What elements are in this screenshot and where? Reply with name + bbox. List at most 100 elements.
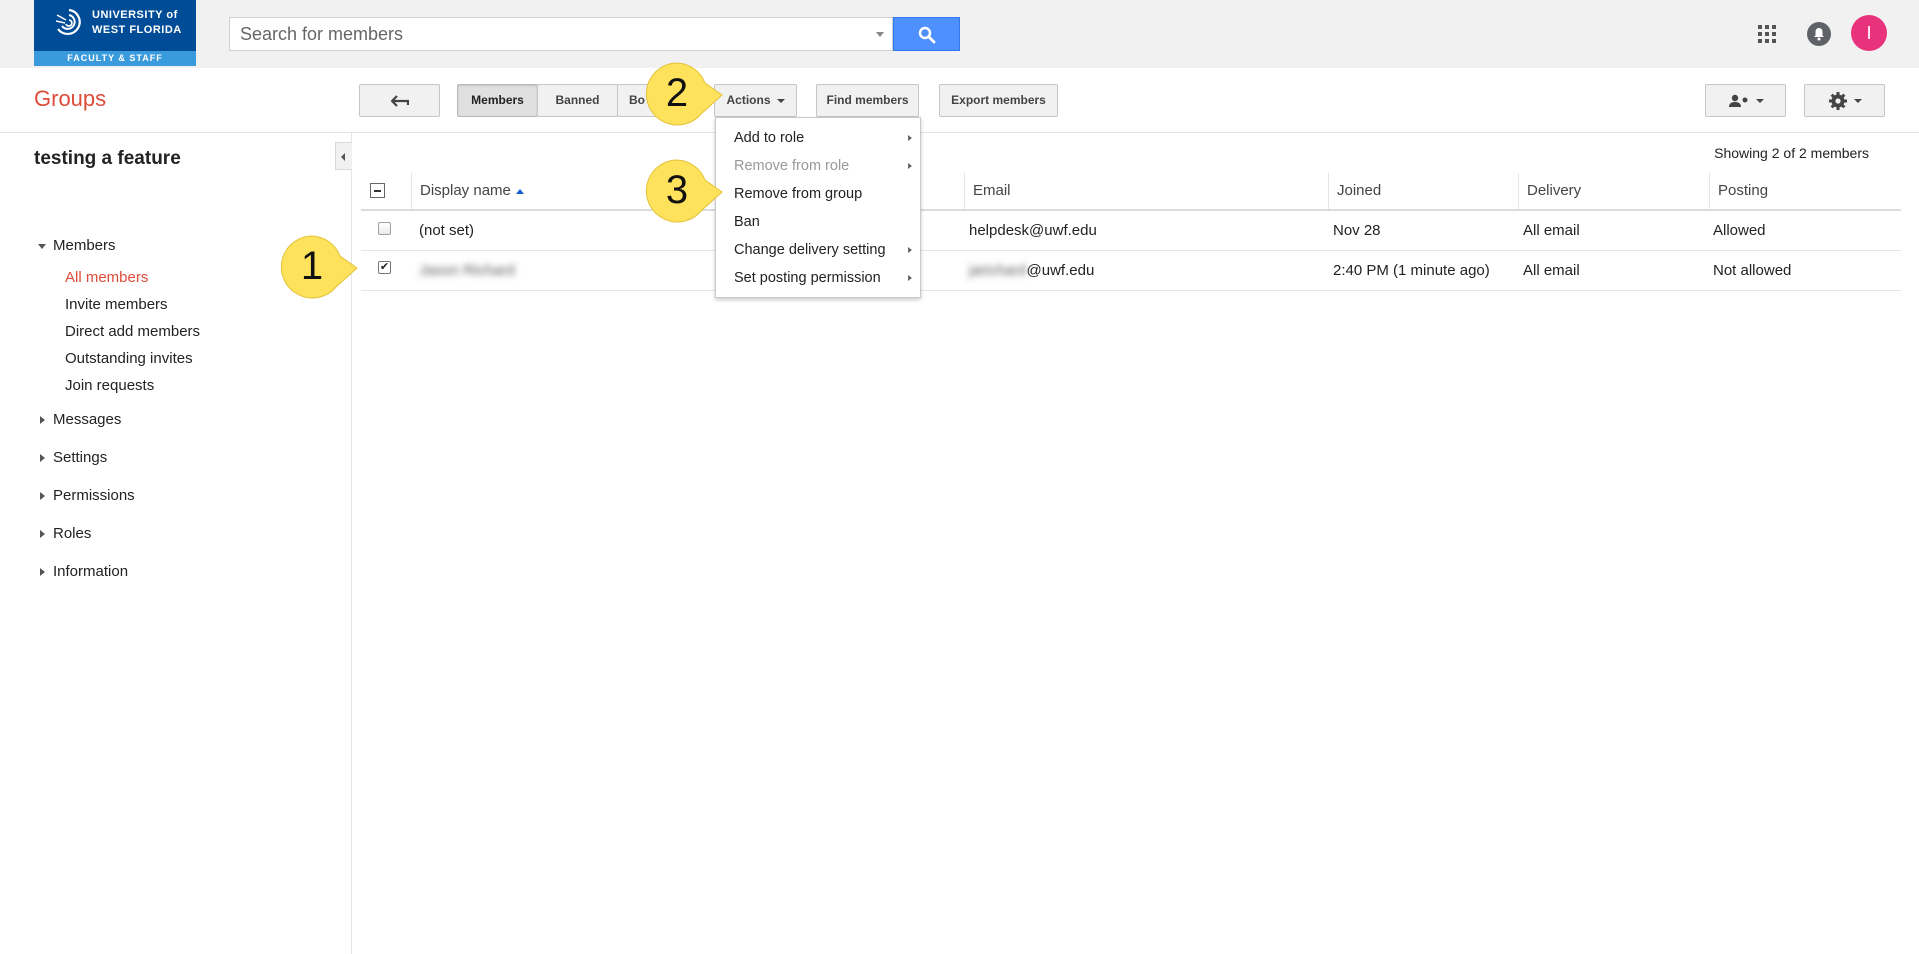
sidebar-section-label: Information (53, 563, 129, 580)
joined-cell: 2:40 PM (1 minute ago) (1333, 262, 1490, 279)
add-member-button[interactable] (1705, 84, 1786, 117)
chevron-down-icon (1755, 98, 1764, 103)
apps-grid-icon[interactable] (1757, 24, 1777, 44)
menu-item-label: Ban (734, 214, 760, 230)
bell-icon (1814, 28, 1824, 41)
email-cell: jarichard@uwf.edu (961, 251, 1325, 290)
add-person-icon (1728, 94, 1747, 107)
member-count: Showing 2 of 2 members (1714, 145, 1869, 161)
delivery-cell: All email (1523, 222, 1580, 239)
table-row[interactable]: ✔ Jason Richard jarichard@uwf.edu 2:40 P… (361, 251, 1901, 291)
triangle-right-icon (40, 492, 45, 501)
groups-admin-page: UNIVERSITY of WEST FLORIDA FACULTY & STA… (0, 0, 1919, 954)
menu-item-label: Remove from group (734, 186, 863, 202)
email-suffix: @uwf.edu (1026, 262, 1095, 279)
search-icon (918, 26, 936, 44)
table-header: Display name Email Joined Delivery Posti… (361, 173, 1901, 211)
posting-cell: Not allowed (1713, 262, 1792, 279)
triangle-right-icon (40, 416, 45, 425)
actions-menu: Add to role Remove from role Remove from… (715, 117, 921, 298)
sidebar-section-roles[interactable]: Roles (38, 525, 91, 542)
menu-item-remove-from-group[interactable]: Remove from group (716, 180, 920, 208)
callout-step-1: 1 (280, 234, 360, 304)
sidebar-item-invite-members[interactable]: Invite members (65, 296, 168, 313)
logo-subtitle: FACULTY & STAFF (34, 51, 196, 66)
table-row[interactable]: (not set) helpdesk@uwf.edu Nov 28 All em… (361, 211, 1901, 251)
back-button[interactable] (359, 84, 440, 117)
sidebar-section-information[interactable]: Information (38, 563, 128, 580)
sidebar-item-all-members[interactable]: All members (65, 269, 148, 286)
menu-item-remove-from-role: Remove from role (716, 152, 920, 180)
menu-item-label: Remove from role (734, 158, 850, 174)
submenu-arrow-icon (908, 163, 912, 169)
nautilus-logo-icon (55, 8, 81, 36)
gear-icon (1828, 91, 1847, 110)
sidebar-section-permissions[interactable]: Permissions (38, 487, 135, 504)
callout-number: 2 (665, 71, 689, 115)
triangle-right-icon (40, 530, 45, 539)
menu-item-label: Add to role (734, 130, 805, 146)
submenu-arrow-icon (908, 247, 912, 253)
header-divider (0, 132, 1919, 133)
export-members-button[interactable]: Export members (939, 84, 1058, 117)
menu-item-set-posting-permission[interactable]: Set posting permission (716, 264, 920, 292)
sidebar-section-label: Settings (53, 449, 108, 466)
menu-item-label: Change delivery setting (734, 242, 886, 258)
callout-step-3: 3 (645, 158, 725, 228)
find-members-button[interactable]: Find members (816, 84, 919, 117)
chevron-down-icon (1853, 98, 1862, 103)
logo-line-1: UNIVERSITY of (92, 9, 178, 21)
sidebar-section-label: Roles (53, 525, 92, 542)
app-title[interactable]: Groups (34, 86, 106, 112)
triangle-right-icon (40, 568, 45, 577)
sidebar-section-messages[interactable]: Messages (38, 411, 121, 428)
menu-item-label: Set posting permission (734, 270, 881, 286)
actions-label: Actions (726, 93, 771, 107)
submenu-arrow-icon (908, 275, 912, 281)
select-all-checkbox[interactable] (370, 183, 385, 198)
row-checkbox[interactable] (378, 222, 391, 235)
menu-item-add-to-role[interactable]: Add to role (716, 124, 920, 152)
delivery-cell: All email (1523, 262, 1580, 279)
sidebar-section-label: Permissions (53, 487, 135, 504)
callout-step-2: 2 (645, 61, 725, 131)
menu-item-ban[interactable]: Ban (716, 208, 920, 236)
column-joined[interactable]: Joined (1328, 173, 1518, 209)
sidebar-item-outstanding-invites[interactable]: Outstanding invites (65, 350, 193, 367)
email-prefix-redacted: jarichard (969, 262, 1027, 279)
tab-members[interactable]: Members (457, 84, 538, 117)
triangle-down-icon (38, 243, 46, 249)
settings-button[interactable] (1804, 84, 1885, 117)
search-input[interactable] (230, 18, 860, 50)
sidebar-section-members[interactable]: Members (38, 237, 116, 254)
sort-ascending-icon (515, 188, 524, 194)
sidebar-section-settings[interactable]: Settings (38, 449, 107, 466)
search-options-caret-icon[interactable] (876, 32, 884, 37)
university-logo[interactable]: UNIVERSITY of WEST FLORIDA FACULTY & STA… (34, 0, 196, 66)
notifications-button[interactable] (1807, 22, 1831, 46)
group-name: testing a feature (34, 148, 181, 169)
tab-banned[interactable]: Banned (537, 84, 618, 117)
sidebar-item-join-requests[interactable]: Join requests (65, 377, 154, 394)
triangle-right-icon (40, 454, 45, 463)
chevron-down-icon (776, 98, 785, 103)
column-email[interactable]: Email (964, 173, 1328, 209)
actions-button[interactable]: Actions (714, 84, 797, 117)
sidebar-item-direct-add-members[interactable]: Direct add members (65, 323, 200, 340)
submenu-arrow-icon (908, 135, 912, 141)
avatar[interactable]: I (1851, 15, 1887, 51)
sidebar-section-label: Members (53, 237, 116, 254)
logo-top: UNIVERSITY of WEST FLORIDA (34, 0, 196, 51)
search-box (229, 17, 893, 51)
select-all-cell (361, 173, 411, 209)
column-posting[interactable]: Posting (1709, 173, 1901, 209)
callout-number: 1 (300, 244, 324, 288)
search-button[interactable] (893, 17, 960, 51)
callout-number: 3 (665, 168, 689, 212)
back-arrow-icon (389, 95, 409, 107)
column-delivery[interactable]: Delivery (1518, 173, 1709, 209)
joined-cell: Nov 28 (1333, 222, 1381, 239)
row-checkbox-checked[interactable]: ✔ (378, 261, 391, 274)
collapse-sidebar-button[interactable] (335, 142, 352, 170)
menu-item-change-delivery-setting[interactable]: Change delivery setting (716, 236, 920, 264)
